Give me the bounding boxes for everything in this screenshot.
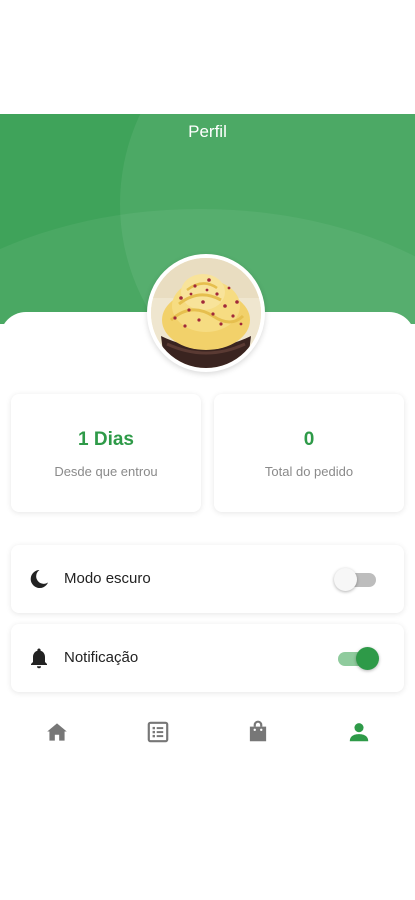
stat-value: 0 [303,429,315,450]
nav-profile[interactable] [346,719,372,745]
toggle-thumb [334,568,357,591]
nav-orders[interactable] [145,719,171,745]
bottom-navigation [0,702,415,762]
list-icon [147,721,169,743]
stat-card-orders: 0 Total do pedido [214,394,404,512]
shopping-bag-icon [249,720,267,742]
dark-mode-label: Modo escuro [64,570,151,587]
profile-screen: Perfil 1 Dias Desde que entrou 0 Total d… [0,0,415,900]
page-title: Perfil [188,122,227,141]
nav-home[interactable] [44,719,70,745]
cupcake-photo [151,258,261,368]
home-icon [47,723,67,741]
moon-icon [27,567,51,591]
toggle-thumb [356,647,379,670]
avatar[interactable] [147,254,265,372]
stat-card-days: 1 Dias Desde que entrou [11,394,201,512]
person-icon [349,723,369,742]
bell-icon [27,646,51,670]
stat-label: Total do pedido [264,464,354,479]
notification-toggle[interactable] [334,646,380,670]
dark-mode-row[interactable]: Modo escuro [11,545,404,613]
nav-cart[interactable] [245,719,271,745]
notification-row[interactable]: Notificação [11,624,404,692]
notification-label: Notificação [64,649,139,666]
dark-mode-toggle[interactable] [334,567,380,591]
stat-value: 1 Dias [78,429,134,450]
stat-label: Desde que entrou [54,464,158,479]
